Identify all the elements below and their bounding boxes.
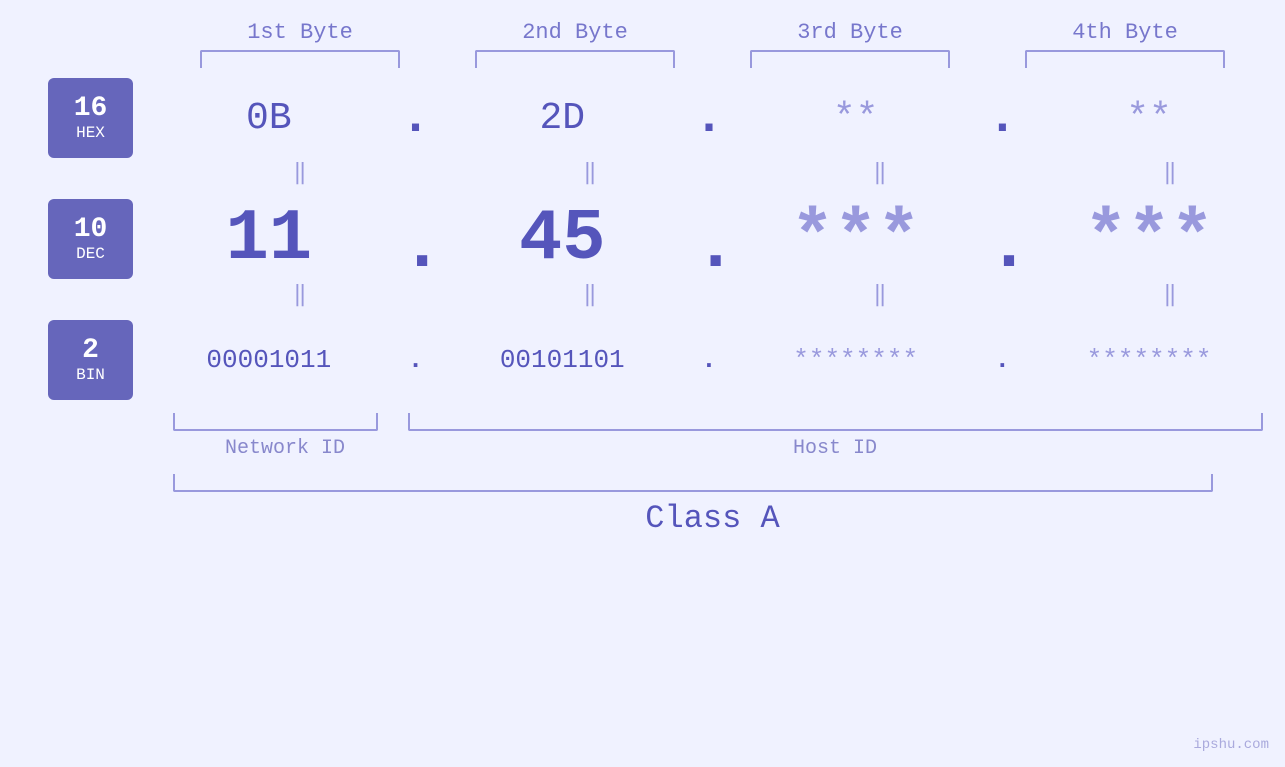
bracket-byte3 xyxy=(750,50,950,68)
bin-row: 2 BIN 00001011 . 00101101 . ******** . *… xyxy=(0,320,1285,400)
host-id-bracket xyxy=(408,413,1263,431)
host-id-label: Host ID xyxy=(408,437,1263,460)
dec-b2: 45 xyxy=(462,198,662,280)
class-label: Class A xyxy=(163,500,1263,537)
dec-dot1: . xyxy=(401,206,431,288)
hex-b4: ** xyxy=(1049,97,1249,140)
bin-values: 00001011 . 00101101 . ******** . *******… xyxy=(153,345,1265,375)
class-bracket xyxy=(173,474,1213,492)
hex-badge: 16 HEX xyxy=(48,78,133,158)
dec-badge-label: DEC xyxy=(76,245,105,263)
bin-b3: ******** xyxy=(756,345,956,375)
id-labels: Network ID Host ID xyxy=(163,437,1263,460)
bracket-byte1 xyxy=(200,50,400,68)
dec-b1: 11 xyxy=(169,198,369,280)
dec-dot3: . xyxy=(987,206,1017,288)
byte-headers: 1st Byte 2nd Byte 3rd Byte 4th Byte xyxy=(163,20,1263,45)
hex-row: 16 HEX 0B . 2D . ** . ** xyxy=(0,78,1285,158)
hex-b3: ** xyxy=(756,97,956,140)
dec-row: 10 DEC 11 . 45 . *** . *** xyxy=(0,198,1285,280)
eq1-b1: ‖ xyxy=(200,160,400,186)
byte2-header: 2nd Byte xyxy=(465,20,685,45)
eq1-b4: ‖ xyxy=(1070,160,1270,186)
bottom-brackets-row xyxy=(163,413,1263,431)
byte4-header: 4th Byte xyxy=(1015,20,1235,45)
bottom-section: Network ID Host ID Class A xyxy=(163,405,1263,537)
hex-b1: 0B xyxy=(169,97,369,140)
hex-dot2: . xyxy=(694,90,724,147)
bin-b4: ******** xyxy=(1049,345,1249,375)
hex-b2: 2D xyxy=(462,97,662,140)
eq2-b4: ‖ xyxy=(1070,282,1270,308)
bracket-byte4 xyxy=(1025,50,1225,68)
bin-badge-number: 2 xyxy=(82,336,99,367)
dec-b4: *** xyxy=(1049,198,1249,280)
eq1-b2: ‖ xyxy=(490,160,690,186)
top-brackets xyxy=(163,50,1263,68)
main-container: 1st Byte 2nd Byte 3rd Byte 4th Byte 16 H… xyxy=(0,0,1285,767)
hex-badge-label: HEX xyxy=(76,124,105,142)
watermark: ipshu.com xyxy=(1193,737,1269,753)
dec-badge-number: 10 xyxy=(74,215,108,246)
dec-badge: 10 DEC xyxy=(48,199,133,279)
bin-badge: 2 BIN xyxy=(48,320,133,400)
dec-b3: *** xyxy=(756,198,956,280)
eq2-b3: ‖ xyxy=(780,282,980,308)
dec-dot2: . xyxy=(694,206,724,288)
hex-dot1: . xyxy=(401,90,431,147)
bin-b2: 00101101 xyxy=(462,345,662,375)
bin-dot3: . xyxy=(987,345,1017,375)
equals-row-1: ‖ ‖ ‖ ‖ xyxy=(185,160,1285,186)
hex-badge-number: 16 xyxy=(74,94,108,125)
bin-dot2: . xyxy=(694,345,724,375)
network-id-bracket xyxy=(173,413,378,431)
byte3-header: 3rd Byte xyxy=(740,20,960,45)
bin-b1: 00001011 xyxy=(169,345,369,375)
hex-values: 0B . 2D . ** . ** xyxy=(153,90,1265,147)
eq1-b3: ‖ xyxy=(780,160,980,186)
bin-dot1: . xyxy=(401,345,431,375)
eq2-b2: ‖ xyxy=(490,282,690,308)
dec-values: 11 . 45 . *** . *** xyxy=(153,198,1265,280)
bracket-byte2 xyxy=(475,50,675,68)
bin-badge-label: BIN xyxy=(76,366,105,384)
hex-dot3: . xyxy=(987,90,1017,147)
eq2-b1: ‖ xyxy=(200,282,400,308)
byte1-header: 1st Byte xyxy=(190,20,410,45)
network-id-label: Network ID xyxy=(163,437,408,460)
